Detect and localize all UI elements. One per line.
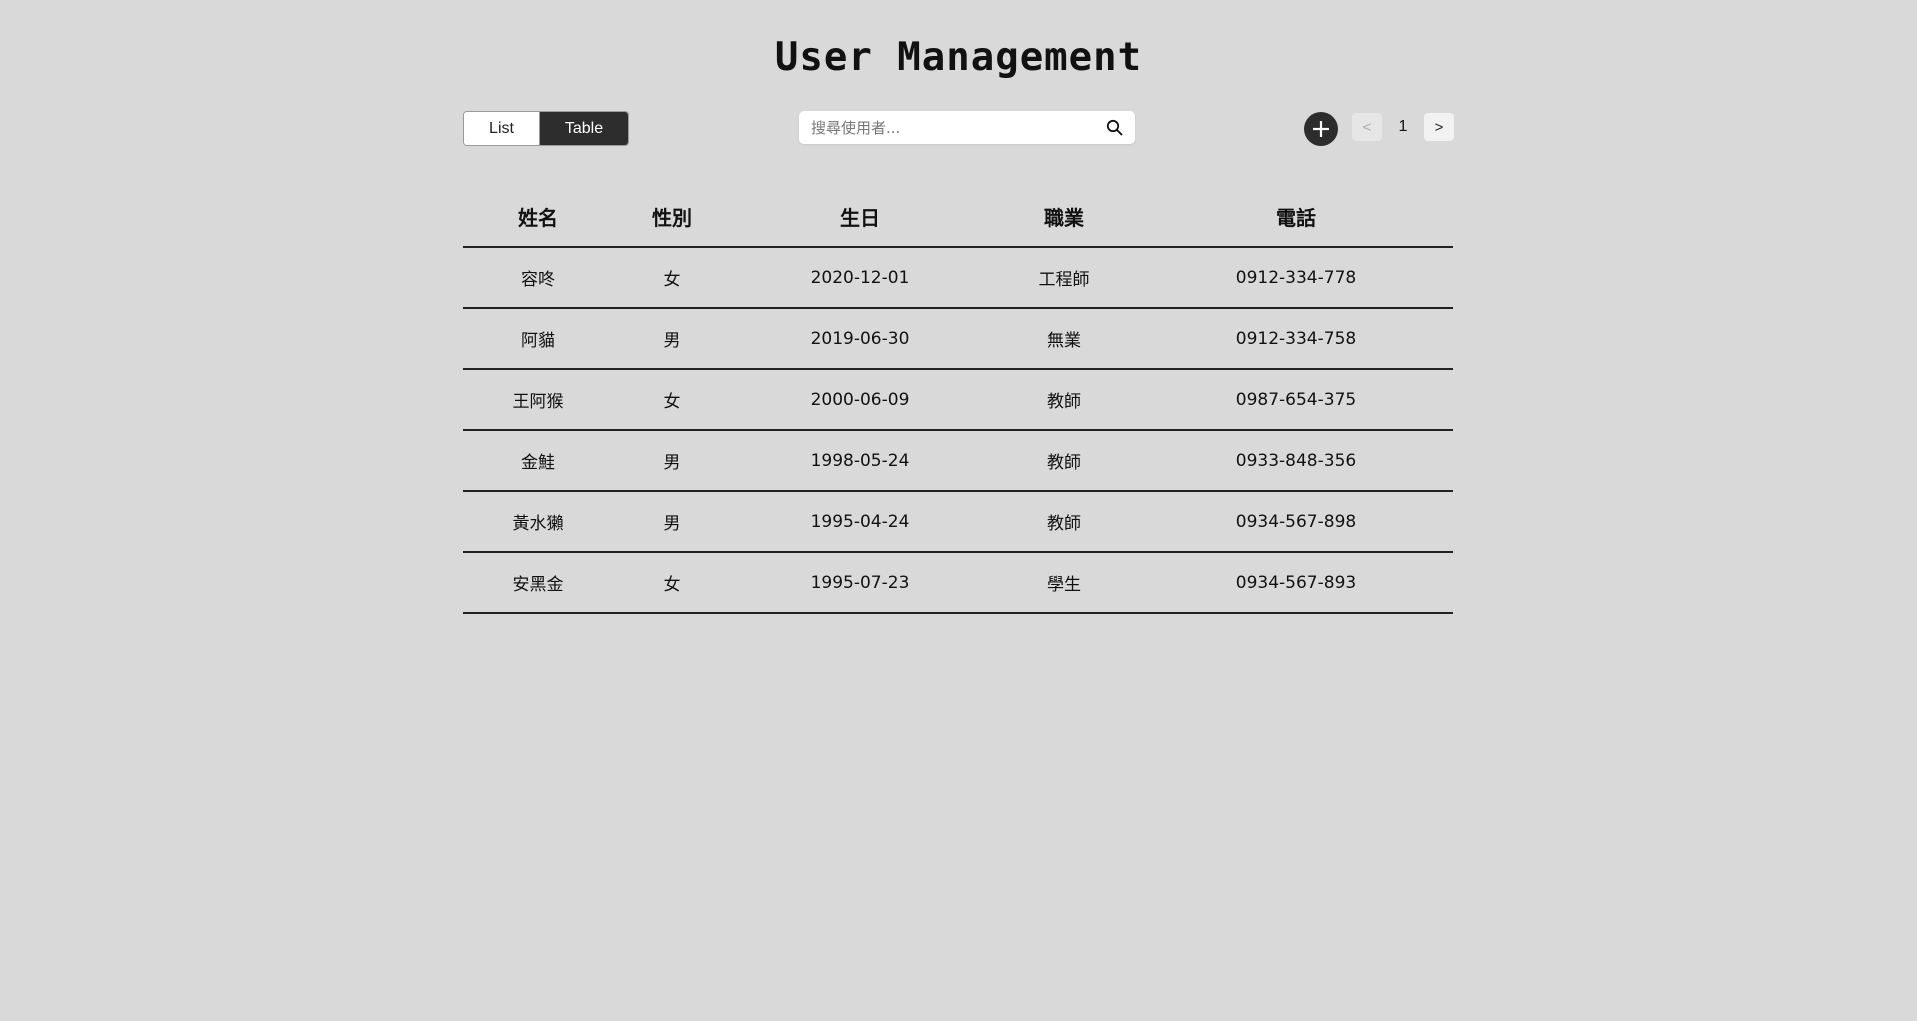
cell-phone: 0987-654-375	[1139, 369, 1453, 431]
table-row[interactable]: 阿貓 男 2019-06-30 無業 0912-334-758	[463, 308, 1453, 370]
cell-occupation: 教師	[989, 430, 1139, 492]
column-header-birthday[interactable]: 生日	[731, 186, 989, 248]
column-header-name[interactable]: 姓名	[463, 186, 613, 248]
cell-occupation: 工程師	[989, 247, 1139, 309]
cell-name: 容咚	[463, 247, 613, 309]
table-row[interactable]: 容咚 女 2020-12-01 工程師 0912-334-778	[463, 247, 1453, 309]
cell-birthday: 2020-12-01	[731, 247, 989, 309]
cell-occupation: 教師	[989, 369, 1139, 431]
cell-birthday: 2019-06-30	[731, 308, 989, 370]
column-header-phone[interactable]: 電話	[1139, 186, 1453, 248]
cell-occupation: 無業	[989, 308, 1139, 370]
cell-occupation: 教師	[989, 491, 1139, 553]
users-table: 姓名 性別 生日 職業 電話 容咚 女 2020-12-01 工程師 0912-…	[463, 186, 1453, 614]
column-header-gender[interactable]: 性別	[613, 186, 731, 248]
pager-prev-button[interactable]: <	[1352, 113, 1382, 141]
column-header-occupation[interactable]: 職業	[989, 186, 1139, 248]
cell-birthday: 1998-05-24	[731, 430, 989, 492]
view-toggle: List Table	[463, 111, 629, 146]
table-row[interactable]: 王阿猴 女 2000-06-09 教師 0987-654-375	[463, 369, 1453, 431]
cell-phone: 0933-848-356	[1139, 430, 1453, 492]
cell-birthday: 1995-07-23	[731, 552, 989, 614]
plus-icon	[1313, 121, 1329, 137]
add-user-button[interactable]	[1304, 112, 1338, 146]
cell-name: 王阿猴	[463, 369, 613, 431]
cell-gender: 女	[613, 247, 731, 309]
cell-occupation: 學生	[989, 552, 1139, 614]
cell-birthday: 1995-04-24	[731, 491, 989, 553]
cell-birthday: 2000-06-09	[731, 369, 989, 431]
cell-name: 阿貓	[463, 308, 613, 370]
pager-next-button[interactable]: >	[1424, 113, 1454, 141]
table-header-row: 姓名 性別 生日 職業 電話	[463, 186, 1453, 248]
cell-name: 黃水獺	[463, 491, 613, 553]
table-row[interactable]: 黃水獺 男 1995-04-24 教師 0934-567-898	[463, 491, 1453, 553]
cell-gender: 男	[613, 308, 731, 370]
cell-phone: 0912-334-758	[1139, 308, 1453, 370]
search-box	[799, 111, 1135, 144]
cell-phone: 0934-567-898	[1139, 491, 1453, 553]
cell-gender: 男	[613, 491, 731, 553]
cell-phone: 0934-567-893	[1139, 552, 1453, 614]
view-table-button[interactable]: Table	[540, 112, 628, 145]
cell-gender: 女	[613, 369, 731, 431]
toolbar: List Table < 1 >	[463, 110, 1454, 146]
cell-gender: 女	[613, 552, 731, 614]
table-row[interactable]: 金鮭 男 1998-05-24 教師 0933-848-356	[463, 430, 1453, 492]
pager-current-page: 1	[1398, 118, 1408, 135]
user-management-page: User Management List Table < 1 > 姓名	[0, 0, 1917, 1021]
view-list-button[interactable]: List	[464, 112, 540, 145]
cell-gender: 男	[613, 430, 731, 492]
table-row[interactable]: 安黑金 女 1995-07-23 學生 0934-567-893	[463, 552, 1453, 614]
page-title: User Management	[774, 35, 1143, 80]
cell-name: 金鮭	[463, 430, 613, 492]
cell-phone: 0912-334-778	[1139, 247, 1453, 309]
cell-name: 安黑金	[463, 552, 613, 614]
search-icon[interactable]	[1106, 119, 1123, 136]
search-input[interactable]	[811, 111, 1091, 144]
